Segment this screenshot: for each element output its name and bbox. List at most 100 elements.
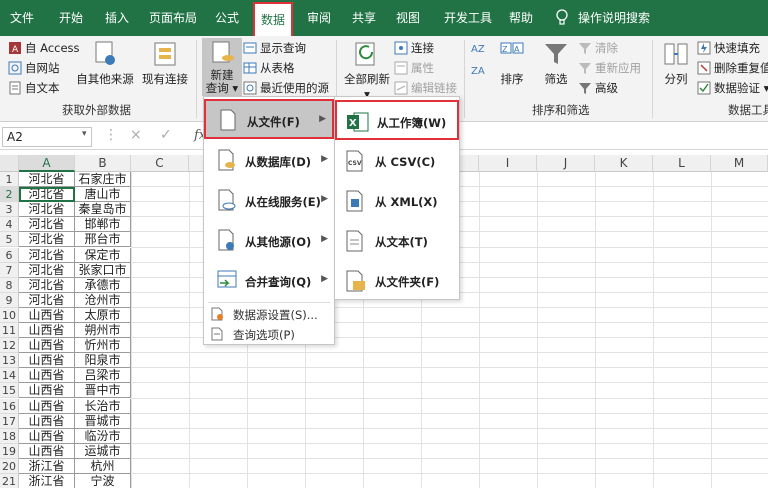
row-header[interactable]: 12	[0, 338, 19, 354]
tab-page-layout[interactable]: 页面布局	[143, 0, 203, 36]
name-box[interactable]: A2	[2, 127, 92, 147]
cell-b[interactable]: 唐山市	[75, 187, 131, 203]
cell-a[interactable]: 山西省	[19, 443, 75, 459]
row-header[interactable]: 14	[0, 368, 19, 384]
cell-b[interactable]: 邢台市	[75, 232, 131, 248]
cell-b[interactable]: 沧州市	[75, 292, 131, 308]
cell-b[interactable]: 张家口市	[75, 262, 131, 278]
from-access-button[interactable]: A 自 Access	[8, 40, 80, 56]
menu-item-combine-queries[interactable]: 合并查询(Q) ▶	[204, 261, 334, 301]
row-header[interactable]: 5	[0, 232, 19, 248]
row-header[interactable]: 19	[0, 443, 19, 459]
cell-a[interactable]: 山西省	[19, 323, 75, 339]
row-header[interactable]: 20	[0, 458, 19, 474]
row-header[interactable]: 17	[0, 413, 19, 429]
cell-b[interactable]: 邯郸市	[75, 217, 131, 233]
row-header[interactable]: 3	[0, 202, 19, 218]
select-all-corner[interactable]	[0, 155, 19, 172]
tab-review[interactable]: 审阅	[301, 0, 337, 36]
cell-b[interactable]: 秦皇岛市	[75, 202, 131, 218]
row-header[interactable]: 2	[0, 187, 19, 203]
menu-item-from-online-services[interactable]: 从在线服务(E) ▶	[204, 181, 334, 221]
cell-a[interactable]: 山西省	[19, 307, 75, 323]
edit-links-button[interactable]: 编辑链接	[394, 80, 457, 96]
menu-item-from-workbook[interactable]: X 从工作簿(W)	[335, 100, 459, 140]
cell-b[interactable]: 晋中市	[75, 383, 131, 399]
cell-a[interactable]: 河北省	[19, 217, 75, 233]
cell-b[interactable]: 太原市	[75, 307, 131, 323]
row-header[interactable]: 4	[0, 217, 19, 233]
cell-b[interactable]: 保定市	[75, 247, 131, 263]
column-header-b[interactable]: B	[75, 155, 131, 172]
cell-b[interactable]: 长治市	[75, 398, 131, 414]
new-query-button[interactable]: 新建 查询 ▾	[202, 38, 242, 96]
menu-item-from-text[interactable]: 从文本(T)	[335, 221, 459, 261]
refresh-all-button[interactable]: 全部刷新 ▾	[342, 38, 392, 101]
cell-a[interactable]: 河北省	[19, 172, 75, 188]
column-header-i[interactable]: I	[479, 155, 537, 172]
row-header[interactable]: 7	[0, 262, 19, 278]
reapply-button[interactable]: 重新应用	[578, 60, 641, 76]
column-header-m[interactable]: M	[711, 155, 768, 172]
menu-item-from-folder[interactable]: 从文件夹(F)	[335, 261, 459, 301]
cell-b[interactable]: 杭州	[75, 458, 131, 474]
enter-icon[interactable]: ✓	[160, 127, 172, 143]
row-header[interactable]: 9	[0, 292, 19, 308]
cell-a[interactable]: 河北省	[19, 232, 75, 248]
sort-az-button[interactable]: AZ ZA	[470, 40, 494, 90]
tab-view[interactable]: 视图	[390, 0, 426, 36]
cell-b[interactable]: 晋城市	[75, 413, 131, 429]
menu-item-from-xml[interactable]: 从 XML(X)	[335, 181, 459, 221]
column-header-a[interactable]: A	[19, 155, 75, 172]
clear-filter-button[interactable]: 清除	[578, 40, 618, 56]
cell-a[interactable]: 山西省	[19, 413, 75, 429]
menu-item-data-source-settings[interactable]: 数据源设置(S)...	[204, 304, 334, 324]
cell-b[interactable]: 临汾市	[75, 428, 131, 444]
column-header-k[interactable]: K	[595, 155, 653, 172]
row-header[interactable]: 16	[0, 398, 19, 414]
show-queries-button[interactable]: 显示查询	[243, 40, 306, 56]
from-table-button[interactable]: 从表格	[243, 60, 295, 76]
cell-b[interactable]: 石家庄市	[75, 172, 131, 188]
row-header[interactable]: 10	[0, 307, 19, 323]
sort-button[interactable]: ZA 排序	[496, 38, 528, 96]
cell-a[interactable]: 山西省	[19, 428, 75, 444]
tab-home[interactable]: 开始	[51, 0, 91, 36]
remove-duplicates-button[interactable]: 删除重复值	[697, 60, 768, 76]
cell-b[interactable]: 宁波	[75, 474, 131, 488]
cell-a[interactable]: 山西省	[19, 398, 75, 414]
name-box-dropdown-icon[interactable]: ▾	[82, 129, 87, 139]
tab-formulas[interactable]: 公式	[207, 0, 247, 36]
cell-b[interactable]: 忻州市	[75, 338, 131, 354]
data-validation-button[interactable]: 数据验证 ▾	[697, 80, 768, 96]
from-other-sources-button[interactable]: 自其他来源	[76, 38, 134, 98]
filter-button[interactable]: 筛选	[540, 38, 572, 96]
tab-insert[interactable]: 插入	[97, 0, 137, 36]
cell-a[interactable]: 河北省	[19, 262, 75, 278]
cell-a[interactable]: 浙江省	[19, 474, 75, 488]
recent-sources-button[interactable]: 最近使用的源	[243, 80, 329, 96]
column-header-j[interactable]: J	[537, 155, 595, 172]
help-search[interactable]: 操作说明搜索	[576, 0, 652, 36]
cell-a[interactable]: 浙江省	[19, 458, 75, 474]
cell-b[interactable]: 阳泉市	[75, 353, 131, 369]
row-header[interactable]: 21	[0, 474, 19, 488]
row-header[interactable]: 1	[0, 172, 19, 188]
cancel-icon[interactable]: ×	[130, 127, 142, 143]
menu-item-from-file[interactable]: 从文件(F) ▶	[204, 99, 334, 139]
column-header-l[interactable]: L	[653, 155, 711, 172]
tab-share[interactable]: 共享	[344, 0, 384, 36]
cell-a[interactable]: 山西省	[19, 338, 75, 354]
flash-fill-button[interactable]: 快速填充	[697, 40, 760, 56]
tab-file[interactable]: 文件	[4, 0, 40, 36]
cell-b[interactable]: 承德市	[75, 277, 131, 293]
menu-item-from-database[interactable]: 从数据库(D) ▶	[204, 141, 334, 181]
cell-a[interactable]: 河北省	[19, 202, 75, 218]
tab-developer[interactable]: 开发工具	[438, 0, 498, 36]
cell-b[interactable]: 朔州市	[75, 323, 131, 339]
row-header[interactable]: 6	[0, 247, 19, 263]
cell-a[interactable]: 山西省	[19, 353, 75, 369]
row-header[interactable]: 13	[0, 353, 19, 369]
connections-button[interactable]: 连接	[394, 40, 434, 56]
advanced-filter-button[interactable]: 高级	[578, 80, 618, 96]
